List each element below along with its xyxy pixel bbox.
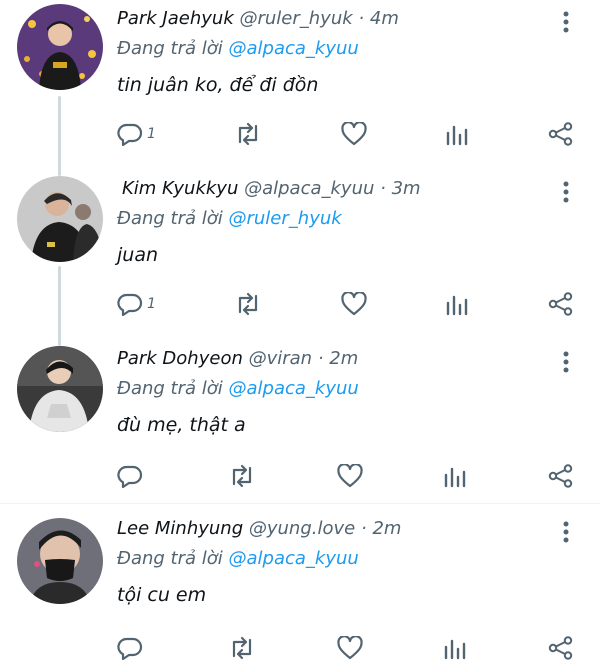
tweet-text: đù mẹ, thật a (117, 414, 246, 436)
tweet[interactable]: Kim Kyukkyu @alpaca_kyuu · 3m Đang trả l… (0, 170, 600, 340)
action-bar (117, 634, 574, 662)
share-icon (548, 292, 574, 316)
tweet-header: Park Dohyeon @viran · 2m (117, 348, 560, 369)
tweet-text: tội cu em (117, 584, 207, 606)
more-icon[interactable] (554, 350, 578, 374)
divider (0, 503, 600, 504)
share-icon (548, 464, 574, 488)
views-button[interactable] (445, 290, 469, 318)
user-handle[interactable]: @viran (249, 348, 313, 369)
retweet-icon (228, 636, 256, 660)
user-handle[interactable]: @alpaca_kyuu (244, 178, 374, 199)
reply-icon (117, 292, 143, 316)
replying-prefix: Đang trả lời (117, 208, 223, 229)
timestamp[interactable]: 3m (392, 178, 421, 199)
more-icon[interactable] (554, 180, 578, 204)
tweet-header: Kim Kyukkyu @alpaca_kyuu · 3m (122, 178, 560, 199)
like-button[interactable] (341, 290, 367, 318)
replying-to: Đang trả lời @alpaca_kyuu (117, 38, 359, 59)
retweet-icon (234, 122, 262, 146)
share-button[interactable] (548, 634, 574, 662)
like-icon (336, 464, 363, 488)
display-name[interactable]: Park Dohyeon (117, 348, 243, 369)
like-button[interactable] (341, 120, 367, 148)
more-icon[interactable] (554, 520, 578, 544)
replying-to: Đang trả lời @ruler_hyuk (117, 208, 342, 229)
reply-icon (117, 122, 143, 146)
views-icon (443, 464, 467, 488)
retweet-button[interactable] (228, 462, 256, 490)
tweet-text: juan (117, 244, 159, 266)
like-icon (341, 122, 367, 146)
display-name[interactable]: Kim Kyukkyu (122, 178, 238, 199)
more-icon[interactable] (554, 10, 578, 34)
reply-count: 1 (147, 126, 156, 142)
action-bar: 1 (117, 290, 574, 318)
views-icon (445, 122, 469, 146)
retweet-button[interactable] (234, 120, 262, 148)
like-button[interactable] (336, 462, 363, 490)
dot-separator: · (358, 8, 365, 29)
replying-mention[interactable]: @alpaca_kyuu (229, 378, 359, 399)
tweet[interactable]: Park Dohyeon @viran · 2m Đang trả lời @a… (0, 340, 600, 503)
display-name[interactable]: Lee Minhyung (117, 518, 243, 539)
user-handle[interactable]: @ruler_hyuk (239, 8, 352, 29)
reply-button[interactable]: 1 (117, 120, 156, 148)
share-button[interactable] (548, 290, 574, 318)
replying-prefix: Đang trả lời (117, 378, 223, 399)
dot-separator: · (360, 518, 367, 539)
views-button[interactable] (443, 634, 467, 662)
action-bar (117, 462, 574, 490)
display-name[interactable]: Park Jaehyuk (117, 8, 234, 29)
replying-prefix: Đang trả lời (117, 548, 223, 569)
avatar[interactable] (17, 346, 103, 432)
tweet-text: tin juân ko, để đi đồn (117, 74, 319, 96)
like-icon (336, 636, 363, 660)
tweet-header: Lee Minhyung @yung.love · 2m (117, 518, 560, 539)
reply-button[interactable] (117, 462, 147, 490)
like-button[interactable] (336, 634, 363, 662)
replying-mention[interactable]: @ruler_hyuk (229, 208, 342, 229)
reply-button[interactable] (117, 634, 147, 662)
dot-separator: · (380, 178, 386, 199)
replying-to: Đang trả lời @alpaca_kyuu (117, 548, 359, 569)
replying-mention[interactable]: @alpaca_kyuu (229, 38, 359, 59)
dot-separator: · (317, 348, 324, 369)
share-icon (548, 122, 574, 146)
views-icon (445, 292, 469, 316)
action-bar: 1 (117, 120, 574, 148)
reply-thread: Park Jaehyuk @ruler_hyuk · 4m Đang trả l… (0, 0, 600, 672)
replying-prefix: Đang trả lời (117, 38, 223, 59)
tweet-header: Park Jaehyuk @ruler_hyuk · 4m (117, 8, 560, 29)
replying-to: Đang trả lời @alpaca_kyuu (117, 378, 359, 399)
reply-icon (117, 464, 143, 488)
retweet-button[interactable] (234, 290, 262, 318)
user-handle[interactable]: @yung.love (249, 518, 355, 539)
avatar[interactable] (17, 518, 103, 604)
tweet[interactable]: Park Jaehyuk @ruler_hyuk · 4m Đang trả l… (0, 0, 600, 170)
like-icon (341, 292, 367, 316)
timestamp[interactable]: 2m (329, 348, 358, 369)
tweet[interactable]: Lee Minhyung @yung.love · 2m Đang trả lờ… (0, 510, 600, 672)
retweet-icon (234, 292, 262, 316)
share-icon (548, 636, 574, 660)
timestamp[interactable]: 2m (372, 518, 401, 539)
views-icon (443, 636, 467, 660)
reply-count: 1 (147, 296, 156, 312)
replying-mention[interactable]: @alpaca_kyuu (229, 548, 359, 569)
views-button[interactable] (445, 120, 469, 148)
avatar[interactable] (17, 176, 103, 262)
retweet-button[interactable] (228, 634, 256, 662)
retweet-icon (228, 464, 256, 488)
views-button[interactable] (443, 462, 467, 490)
reply-icon (117, 636, 143, 660)
avatar[interactable] (17, 4, 103, 90)
share-button[interactable] (548, 462, 574, 490)
share-button[interactable] (548, 120, 574, 148)
timestamp[interactable]: 4m (370, 8, 399, 29)
reply-button[interactable]: 1 (117, 290, 156, 318)
